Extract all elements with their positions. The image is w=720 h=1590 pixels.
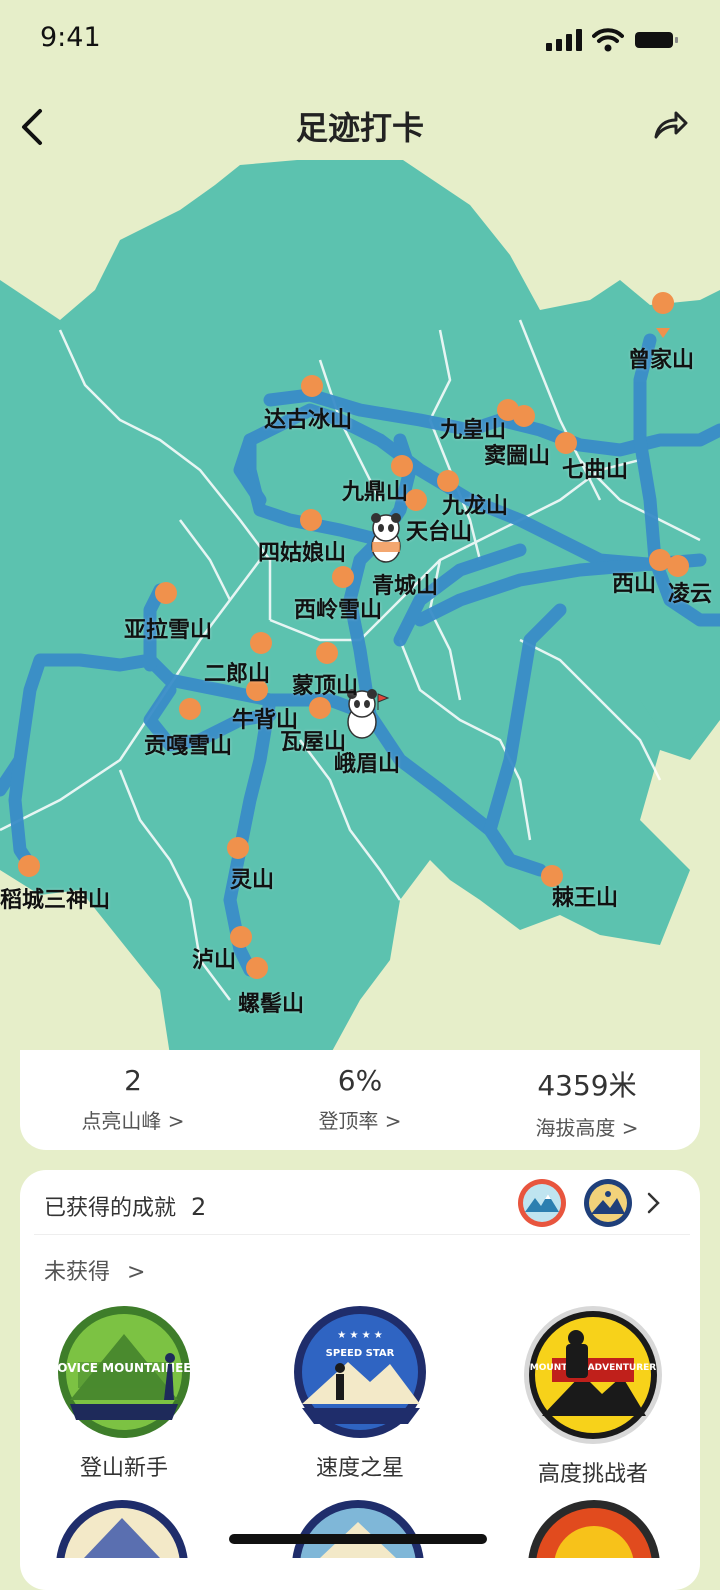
peak-label[interactable]: 西岭雪山 (294, 592, 382, 624)
pin-marker (513, 405, 535, 427)
peak-label[interactable]: 七曲山 (562, 452, 628, 484)
locked-badge-icon[interactable] (526, 1498, 662, 1558)
pin-marker (667, 555, 689, 577)
pin-marker (332, 566, 354, 588)
pin-marker (18, 855, 40, 877)
battery-icon (635, 32, 678, 48)
speed-star-badge-icon: SPEED STAR ★ ★ ★ ★ (294, 1306, 426, 1438)
peak-label[interactable]: 西山 (612, 566, 656, 598)
stat-value: 6% (337, 1064, 383, 1097)
stat-value: 4359米 (537, 1069, 637, 1102)
stars-decoration: ★ ★ ★ ★ (337, 1330, 382, 1341)
peak-label[interactable]: 稻城三神山 (0, 882, 110, 914)
pin-marker (555, 432, 577, 454)
unearned-link[interactable]: 未获得 > (44, 1254, 145, 1286)
status-bar: 9:41 (0, 0, 720, 80)
adventurer-badge-icon: MOUNTAIN ADVENTURER (524, 1306, 662, 1444)
peak-label[interactable]: 贡嘎雪山 (144, 728, 232, 760)
earned-badge-icon[interactable] (517, 1178, 567, 1228)
peak-label[interactable]: 曾家山 (628, 342, 694, 374)
divider (34, 1234, 690, 1235)
earned-label: 已获得的成就 (44, 1196, 177, 1221)
nav-bar: 足迹打卡 (0, 95, 720, 159)
pin-marker (309, 697, 331, 719)
earned-achievements-row[interactable]: 已获得的成就 2 (44, 1190, 206, 1222)
badge-emblem-text: MOUNTAIN ADVENTURER (530, 1363, 656, 1373)
badge-mountain-adventurer[interactable]: MOUNTAIN ADVENTURER 高度挑战者 (522, 1304, 664, 1488)
panda-marker (371, 513, 401, 563)
peak-label[interactable]: 四姑娘山 (258, 535, 346, 567)
pin-marker (301, 375, 323, 397)
pin-marker (179, 698, 201, 720)
pin-marker (227, 837, 249, 859)
stat-peaks-lit[interactable]: 2 点亮山峰 > (20, 1064, 246, 1134)
pin-marker (405, 489, 427, 511)
achievements-card: 已获得的成就 2 未获得 > NOVICE MOUNTAINEER 登山新手 (20, 1170, 700, 1590)
pin-marker (155, 582, 177, 604)
peak-label[interactable]: 峨眉山 (334, 746, 400, 778)
stat-label: 登顶率 > (318, 1109, 402, 1133)
peak-label[interactable]: 达古冰山 (264, 402, 352, 434)
badge-name: 登山新手 (79, 1456, 168, 1481)
status-time: 9:41 (40, 22, 101, 53)
stat-value: 2 (124, 1064, 142, 1097)
stat-label: 点亮山峰 > (81, 1109, 185, 1133)
stat-altitude[interactable]: 4359米 海拔高度 > (474, 1064, 700, 1141)
peak-label[interactable]: 九鼎山 (342, 474, 408, 506)
earned-badge-icon[interactable] (583, 1178, 633, 1228)
page-title: 足迹打卡 (295, 109, 424, 147)
peak-label[interactable]: 凌云 (668, 576, 712, 608)
peak-label[interactable]: 窦圌山 (484, 438, 550, 470)
badge-name: 速度之星 (315, 1456, 404, 1481)
novice-badge-icon: NOVICE MOUNTAINEER (47, 1306, 201, 1438)
unearned-label: 未获得 (44, 1260, 111, 1285)
badge-speed-star[interactable]: SPEED STAR ★ ★ ★ ★ 速度之星 (292, 1304, 428, 1482)
peak-label[interactable]: 天台山 (406, 514, 472, 546)
stat-summit-rate[interactable]: 6% 登顶率 > (247, 1064, 473, 1134)
peak-label[interactable]: 泸山 (192, 942, 236, 974)
footprint-map[interactable]: 曾家山 达古冰山 九皇山 窦圌山 七曲山 九鼎山 九龙山 天台山 四姑娘山 青城… (0, 160, 720, 1055)
peak-label[interactable]: 二郎山 (204, 656, 270, 688)
locked-badge-icon[interactable] (54, 1498, 190, 1558)
status-icons (546, 28, 680, 52)
chevron-right-icon: > (127, 1260, 146, 1285)
locked-badge-icon[interactable] (290, 1498, 426, 1558)
pin-marker (316, 642, 338, 664)
badge-novice-mountaineer[interactable]: NOVICE MOUNTAINEER 登山新手 (47, 1304, 201, 1482)
earned-count: 2 (191, 1193, 207, 1221)
stat-label: 海拔高度 > (535, 1116, 639, 1140)
badge-name: 高度挑战者 (537, 1462, 648, 1487)
home-indicator (229, 1534, 487, 1544)
pin-marker (250, 632, 272, 654)
pin-marker (300, 509, 322, 531)
badge-emblem-text: SPEED STAR (326, 1348, 395, 1359)
peak-label[interactable]: 蒙顶山 (292, 668, 358, 700)
signal-icon (546, 29, 582, 51)
share-icon[interactable] (650, 105, 690, 145)
wifi-icon (592, 28, 624, 52)
pin-marker (246, 957, 268, 979)
chevron-right-icon[interactable] (646, 1190, 662, 1216)
peak-label[interactable]: 灵山 (230, 862, 274, 894)
peak-label[interactable]: 螺髻山 (238, 986, 304, 1018)
stats-card: 2 点亮山峰 > 6% 登顶率 > 4359米 海拔高度 > (20, 1050, 700, 1150)
peak-label[interactable]: 亚拉雪山 (124, 612, 212, 644)
peak-label[interactable]: 棘王山 (552, 880, 618, 912)
